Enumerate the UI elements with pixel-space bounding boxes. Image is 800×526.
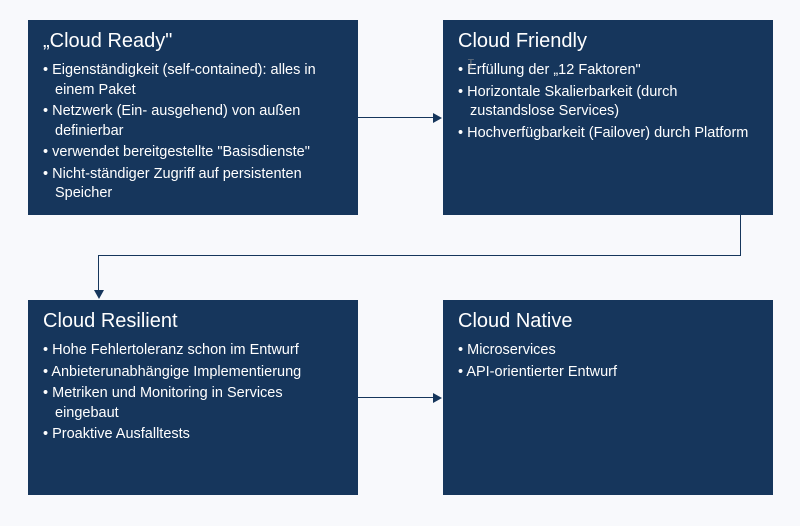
list-item: verwendet bereitgestellte "Basisdienste" bbox=[43, 143, 343, 163]
box-list-cloud-native: Microservices API-orientierter Entwurf bbox=[458, 341, 758, 382]
list-item: Erfüllung der „12 Faktoren" bbox=[458, 61, 758, 81]
list-item: Anbieterunabhängige Implementierung bbox=[43, 363, 343, 383]
box-list-cloud-ready: Eigenständigkeit (self-contained): alles… bbox=[43, 61, 343, 204]
box-list-cloud-resilient: Hohe Fehlertoleranz schon im Entwurf Anb… bbox=[43, 341, 343, 445]
box-title-cloud-friendly: Cloud Friendly bbox=[458, 30, 758, 53]
box-cloud-native: Cloud Native Microservices API-orientier… bbox=[443, 300, 773, 495]
box-title-cloud-native: Cloud Native bbox=[458, 310, 758, 333]
arrow-line bbox=[98, 255, 99, 290]
arrowhead-right-icon bbox=[433, 113, 442, 123]
list-item: Eigenständigkeit (self-contained): alles… bbox=[43, 61, 343, 100]
box-list-cloud-friendly: Erfüllung der „12 Faktoren" Horizontale … bbox=[458, 61, 758, 143]
box-title-cloud-ready: „Cloud Ready" bbox=[43, 30, 343, 53]
box-cloud-ready: „Cloud Ready" Eigenständigkeit (self-con… bbox=[28, 20, 358, 215]
box-cloud-friendly: Cloud Friendly Erfüllung der „12 Faktore… bbox=[443, 20, 773, 215]
list-item: Proaktive Ausfalltests bbox=[43, 425, 343, 445]
list-item: Metriken und Monitoring in Services eing… bbox=[43, 384, 343, 423]
list-item: Microservices bbox=[458, 341, 758, 361]
arrow-line bbox=[740, 215, 741, 255]
box-title-cloud-resilient: Cloud Resilient bbox=[43, 310, 343, 333]
box-cloud-resilient: Cloud Resilient Hohe Fehlertoleranz scho… bbox=[28, 300, 358, 495]
list-item: Hochverfügbarkeit (Failover) durch Platf… bbox=[458, 124, 758, 144]
arrowhead-right-icon bbox=[433, 393, 442, 403]
arrow-line bbox=[98, 255, 741, 256]
arrow-line bbox=[358, 117, 433, 118]
list-item: Nicht-ständiger Zugriff auf persistenten… bbox=[43, 165, 343, 204]
list-item: Horizontale Skalierbarkeit (durch zustan… bbox=[458, 83, 758, 122]
arrowhead-down-icon bbox=[94, 290, 104, 299]
list-item: API-orientierter Entwurf bbox=[458, 363, 758, 383]
arrow-line bbox=[358, 397, 433, 398]
list-item: Hohe Fehlertoleranz schon im Entwurf bbox=[43, 341, 343, 361]
list-item: Netzwerk (Ein- ausgehend) von außen defi… bbox=[43, 102, 343, 141]
